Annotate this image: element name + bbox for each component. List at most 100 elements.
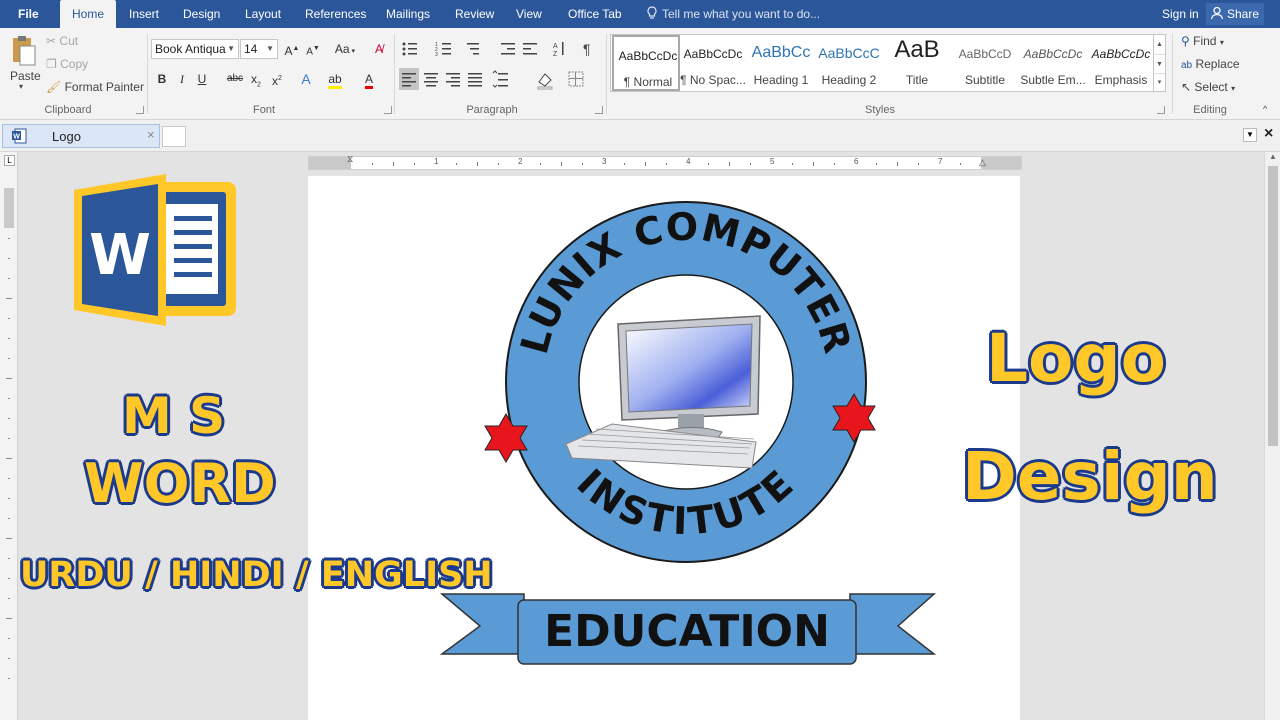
paragraph-align-buttons[interactable] [399,68,599,90]
chevron-up-icon[interactable]: ▲ [1269,152,1277,161]
tab-review[interactable]: Review [455,0,494,28]
styles-launcher-icon[interactable] [1157,106,1165,114]
chevron-up-icon[interactable]: ▲ [1154,35,1165,54]
svg-text:W: W [13,134,20,141]
clear-formatting-icon[interactable]: A̸ [370,40,388,58]
tab-references[interactable]: References [305,0,366,28]
share-label: Share [1227,7,1260,21]
replace-button[interactable]: ab Replace [1181,57,1240,71]
style-subtitle[interactable]: AaBbCcD Subtitle [951,35,1019,91]
close-icon[interactable]: × [147,127,155,142]
font-launcher-icon[interactable] [384,106,392,114]
education-banner: EDUCATION [439,593,937,665]
paragraph-list-buttons[interactable]: 123 AZ ¶ [401,40,601,58]
cut-label: Cut [59,34,79,48]
highlight-icon[interactable]: ab [326,70,344,89]
find-button[interactable]: ⚲ Find ▾ [1181,34,1224,48]
superscript-icon[interactable]: x2 [268,70,286,88]
change-case-button[interactable]: Aa ▾ [331,40,359,58]
font-size-combo[interactable]: 14 ▼ [240,39,278,59]
text-effects-icon[interactable]: A [297,70,315,88]
tab-insert[interactable]: Insert [129,0,159,28]
indent-marker-icon[interactable]: ⧖ [347,154,353,165]
format-painter-button[interactable]: 🖌 Format Painter [46,80,144,94]
tab-mailings[interactable]: Mailings [386,0,430,28]
document-tab-logo[interactable]: W Logo × [2,124,160,148]
document-page[interactable]: LUNIX COMPUTER INSTITUTE EDUCATION [308,176,1020,720]
ms-text: M S [122,387,226,445]
tab-selector-icon[interactable]: L [4,155,15,166]
select-button[interactable]: ↖ Select ▾ [1181,80,1235,94]
paragraph-launcher-icon[interactable] [595,106,603,114]
ribbon-separator [1172,34,1173,114]
editing-group-label: Editing [1193,104,1227,116]
vertical-scrollbar[interactable]: ▲ [1264,152,1280,720]
collapse-ribbon-icon[interactable]: ^ [1263,104,1267,114]
font-name-value: Book Antiqua [155,42,226,56]
word-icon-letter: W [89,223,151,288]
shrink-font-icon[interactable]: A▼ [304,40,322,58]
sign-in-link[interactable]: Sign in [1162,0,1199,28]
chevron-down-icon[interactable]: ▼ [1154,54,1165,73]
strikethrough-icon[interactable]: abc [225,70,245,88]
tab-home[interactable]: Home [60,0,117,28]
style-emphasis[interactable]: AaBbCcDc Emphasis [1087,35,1155,91]
tell-me-text: Tell me what you want to do... [662,7,821,21]
copy-button[interactable]: ❐ Copy [46,57,88,71]
style-heading-1[interactable]: AaBbCc Heading 1 [747,35,815,91]
paste-button[interactable]: Paste [10,69,41,83]
tab-office-tab[interactable]: Office Tab [568,0,622,28]
paste-icon[interactable] [11,34,37,68]
style-subtle-emphasis[interactable]: AaBbCcDc Subtle Em... [1019,35,1087,91]
bold-icon[interactable]: B [153,70,171,88]
replace-label: Replace [1195,57,1240,71]
style-no-spacing[interactable]: AaBbCcDc ¶ No Spac... [679,35,747,91]
close-document-icon[interactable]: × [1264,125,1273,143]
word-doc-icon: W [12,128,27,144]
ruler-number: 1 [434,157,439,166]
svg-text:3: 3 [435,52,438,58]
logo-graphic[interactable]: LUNIX COMPUTER INSTITUTE EDUCATION [308,176,1020,720]
grow-font-icon[interactable]: A▲ [283,40,301,58]
style-sample: AaBbCcC [818,45,880,61]
style-sample: AaBbCc [751,44,811,61]
underline-icon[interactable]: U [193,70,211,88]
tab-layout[interactable]: Layout [245,0,281,28]
styles-scroll[interactable]: ▲ ▼ ▾ [1153,35,1165,91]
copy-label: Copy [60,57,89,71]
clipboard-launcher-icon[interactable] [136,106,144,114]
tab-view[interactable]: View [516,0,542,28]
style-name: Title [905,73,929,87]
italic-icon[interactable]: I [173,70,191,88]
style-normal[interactable]: AaBbCcDc ¶ Normal [612,35,680,91]
font-name-combo[interactable]: Book Antiqua ▼ [151,39,239,59]
scrollbar-thumb[interactable] [1268,166,1278,446]
style-name: Subtle Em... [1020,73,1086,87]
style-name: ¶ Normal [623,75,673,89]
scissors-icon: ✂ [46,34,57,48]
style-sample: AaBbCcD [958,47,1012,61]
style-title[interactable]: AaB Title [883,35,951,91]
style-heading-2[interactable]: AaBbCcC Heading 2 [815,35,883,91]
style-sample: AaBbCcDc [1091,47,1151,61]
tab-list-dropdown-icon[interactable]: ▼ [1243,128,1257,142]
right-indent-marker-icon[interactable]: △ [979,157,986,168]
select-label: Select [1194,80,1228,94]
font-color-icon[interactable]: A [360,70,378,89]
subscript-icon[interactable]: x2 [247,70,265,88]
person-icon [1210,6,1224,20]
expand-gallery-icon[interactable]: ▾ [1154,73,1165,90]
replace-icon: ab [1181,60,1193,71]
tab-file[interactable]: File [18,0,39,28]
new-tab-button[interactable] [162,126,186,147]
ribbon-separator [606,34,607,114]
paste-dropdown-icon[interactable]: ▾ [19,82,23,91]
svg-text:Z: Z [553,51,558,58]
ruler-ticks [372,162,961,166]
svg-text:¶: ¶ [583,41,591,57]
cut-button[interactable]: ✂ Cut [46,34,78,48]
tell-me-box[interactable]: Tell me what you want to do... [646,0,820,28]
change-case-label: Aa [334,42,350,56]
tab-design[interactable]: Design [183,0,220,28]
share-button[interactable]: Share [1206,3,1264,25]
